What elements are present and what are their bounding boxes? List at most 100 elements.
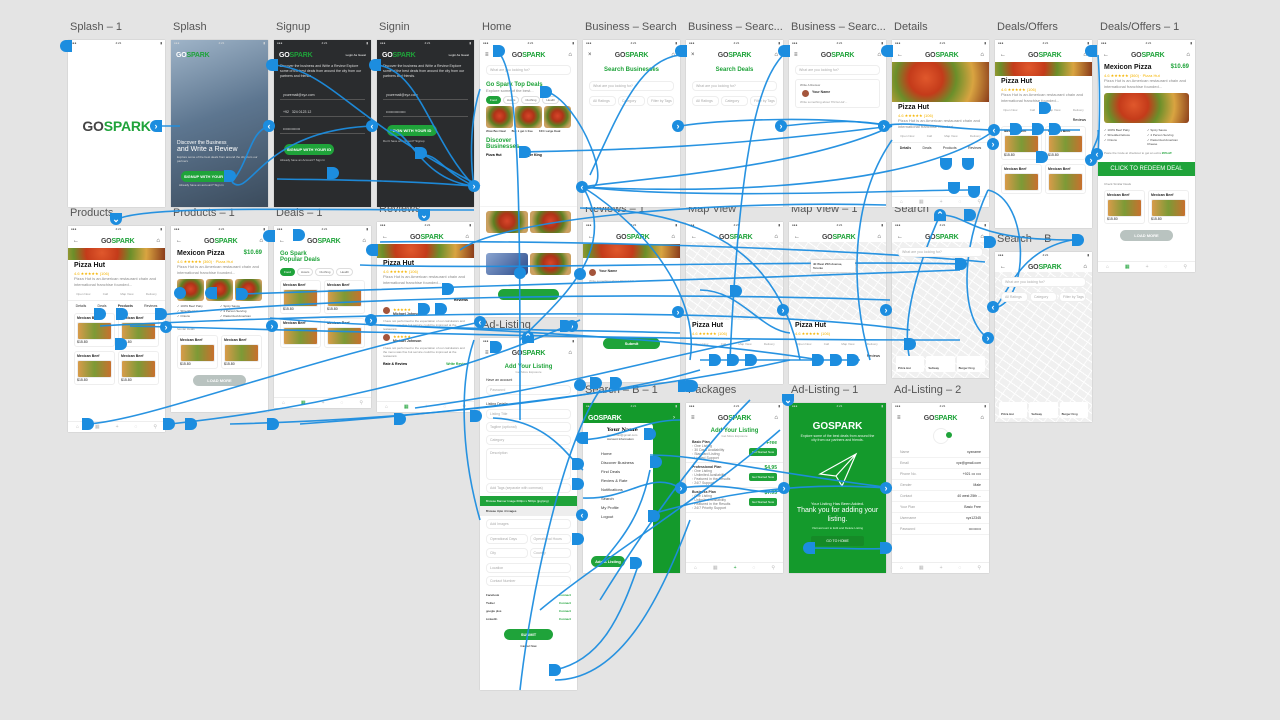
load-more-button[interactable] xyxy=(498,289,559,300)
next-hotspot[interactable]: › xyxy=(778,482,790,494)
next-hotspot[interactable]: › xyxy=(1085,154,1097,166)
link-handle[interactable] xyxy=(940,158,952,170)
artboard-business-search-2[interactable]: ●●● 4:21 ▮ × GOSPARK ⌂ Search Deals What are… xyxy=(686,40,783,207)
rating-filter[interactable]: All Ratings xyxy=(589,96,616,106)
tags-filter[interactable]: Filter by Tags xyxy=(647,96,674,106)
artboard-label-deals-1[interactable]: Deals – 1 xyxy=(276,207,322,219)
link-handle[interactable] xyxy=(82,418,94,430)
next-hotspot[interactable]: › xyxy=(880,482,892,494)
prev-hotspot[interactable]: ‹ xyxy=(366,120,378,132)
action-call[interactable]: Call xyxy=(824,342,829,346)
artboard-label-business-search-2[interactable]: Business – Searc... xyxy=(688,21,783,33)
link-handle[interactable] xyxy=(236,288,248,300)
cart-icon[interactable]: ⌂ xyxy=(1186,52,1190,58)
menu-icon[interactable]: ≡ xyxy=(691,415,695,421)
link-handle[interactable] xyxy=(881,45,893,57)
link-handle[interactable] xyxy=(366,244,378,256)
rating-filter[interactable]: All Ratings xyxy=(1001,292,1028,302)
place-card[interactable]: Burger King xyxy=(1059,402,1088,418)
link-handle[interactable] xyxy=(1049,123,1061,135)
action-map-view[interactable]: Map View xyxy=(841,342,854,346)
menu-item-logout[interactable]: Logout xyxy=(601,512,645,521)
connect-twitter-link[interactable]: Connect xyxy=(559,599,571,607)
link-handle[interactable] xyxy=(1010,123,1022,135)
link-handle[interactable] xyxy=(185,418,197,430)
artboard-label-signin[interactable]: Signin xyxy=(379,21,410,33)
tab-deals[interactable]: Deals xyxy=(923,146,932,150)
link-handle[interactable] xyxy=(590,377,602,389)
link-handle[interactable] xyxy=(778,45,790,57)
redeem-deal-button[interactable]: CLICK TO REDEEM DEAL xyxy=(1098,162,1195,176)
artboard-label-business-search[interactable]: Business – Search xyxy=(585,21,677,33)
link-handle[interactable] xyxy=(1032,123,1044,135)
menu-icon[interactable]: ≡ xyxy=(485,350,489,356)
menu-icon[interactable]: ≡ xyxy=(897,415,901,421)
link-handle[interactable] xyxy=(94,308,106,320)
deal-card[interactable]: Mexican Beef$15.80 xyxy=(1148,190,1189,224)
deal-card[interactable]: Mexican Beef xyxy=(1001,164,1042,194)
next-hotspot[interactable]: › xyxy=(775,120,787,132)
review-input[interactable]: Write something about 'Pizza Hut'... xyxy=(583,279,680,283)
link-handle[interactable] xyxy=(686,380,698,392)
artboard-products[interactable]: ●●● 4:21 ▮ ← GOSPARK ⌂ Pizza Hut 4.6 ★★★★★ (… xyxy=(68,226,165,432)
place-card[interactable]: Pizza Hut xyxy=(896,356,925,372)
artboard-label-ad-listing-1[interactable]: Ad-Listing – 1 xyxy=(791,384,858,396)
artboard-search-b-1[interactable]: ●●● 4:21 ▮ GOSPARK › Your Name your.email@g… xyxy=(583,403,680,573)
link-handle[interactable] xyxy=(560,320,572,332)
artboard-label-splash[interactable]: Splash xyxy=(173,21,207,33)
cart-icon[interactable]: ⌂ xyxy=(568,350,572,356)
scroll-down-handle[interactable]: ⌄ xyxy=(418,209,430,221)
cart-icon[interactable]: ⌂ xyxy=(1083,264,1087,270)
chat-tab-icon[interactable]: ◌ xyxy=(340,400,343,406)
search-tab-icon[interactable]: ⚲ xyxy=(1183,264,1187,270)
next-hotspot[interactable]: › xyxy=(880,304,892,316)
artboard-business-search[interactable]: ●●● 4:21 ▮ × GOSPARK ⌂ Search Businesses Wha… xyxy=(583,40,680,207)
link-handle[interactable] xyxy=(519,146,531,158)
close-icon[interactable]: × xyxy=(588,52,592,58)
search-input[interactable]: What are you looking for? xyxy=(795,65,880,75)
back-icon[interactable]: ← xyxy=(897,234,903,240)
link-handle[interactable] xyxy=(955,258,967,270)
deal-card[interactable]: Mexican Beef xyxy=(1045,164,1086,194)
place-card[interactable]: Subway xyxy=(1029,402,1058,418)
artboard-signin[interactable]: ●●● 4:21 ▮ GOSPARK Login As Guest Discover … xyxy=(377,40,474,207)
cart-icon[interactable]: ⌂ xyxy=(362,238,366,244)
place-card[interactable]: Pizza Hut xyxy=(999,402,1028,418)
tagline-field[interactable]: Tagline (optional) xyxy=(486,422,571,432)
deal-image[interactable] xyxy=(544,106,571,128)
link-handle[interactable] xyxy=(470,410,482,422)
artboard-business-search-3[interactable]: ●●● 4:21 ▮ ≡ GOSPARK ⌂ What are you looking … xyxy=(789,40,886,207)
artboard-label-business-search-3[interactable]: Business – Searc... xyxy=(791,21,886,33)
next-hotspot[interactable]: › xyxy=(672,120,684,132)
artboard-splash[interactable]: ●●● 4:21 ▮ GOSPARK Discover the Business a… xyxy=(171,40,268,207)
artboard-ad-listing[interactable]: ●●●4:21▮ ≡GOSPARK⌂ Add Your Listing Get … xyxy=(480,338,577,690)
cart-icon[interactable]: ⌂ xyxy=(980,52,984,58)
business-image[interactable] xyxy=(486,211,528,233)
chat-tab-icon[interactable]: ◌ xyxy=(134,424,137,430)
deal-card[interactable]: Mexican Beef$15.80 xyxy=(221,335,262,369)
action-open-now[interactable]: Open Now xyxy=(797,342,811,346)
link-handle[interactable] xyxy=(648,510,660,522)
artboard-label-ad-listing[interactable]: Ad-Listing xyxy=(482,319,531,331)
tab-details[interactable]: Details xyxy=(76,304,87,308)
link-handle[interactable] xyxy=(948,182,960,194)
artboard-reviews[interactable]: ●●● 4:21 ▮ ← GOSPARK ⌂ Pizza Hut 4.6 ★★★★★ (… xyxy=(377,222,474,412)
cart-icon[interactable]: ⌂ xyxy=(980,415,984,421)
deal-card[interactable]: Mexican Beef xyxy=(324,318,365,348)
chevron-right-icon[interactable]: › xyxy=(673,415,675,421)
link-handle[interactable] xyxy=(369,59,381,71)
action-delivery[interactable]: Delivery xyxy=(970,134,981,138)
grid-tab-icon[interactable]: ▦ xyxy=(404,404,409,410)
link-handle[interactable] xyxy=(1072,234,1084,246)
prev-hotspot[interactable]: ‹ xyxy=(576,509,588,521)
action-call[interactable]: Call xyxy=(721,342,726,346)
email-field[interactable]: youremail@xyz.com xyxy=(383,91,468,100)
search-input[interactable]: What are you looking for? xyxy=(1001,277,1086,287)
email-field[interactable]: youremail@xyz.com xyxy=(280,91,365,100)
password-field[interactable]: •••••••••••••••• xyxy=(383,108,468,117)
artboard-products-1[interactable]: ●●● 4:21 ▮ ← GOSPARK ⌂ Mexicon Pizza $10.69 4… xyxy=(171,226,268,412)
link-handle[interactable] xyxy=(610,377,622,389)
link-handle[interactable] xyxy=(442,283,454,295)
menu-item-discover-business[interactable]: Discover Business xyxy=(601,458,645,467)
action-map-view[interactable]: Map View xyxy=(120,292,133,296)
